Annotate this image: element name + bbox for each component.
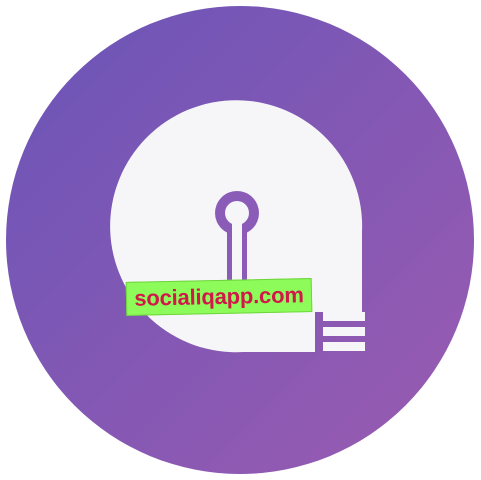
key-tooth-1: [323, 312, 365, 321]
screenshot-canvas: socialiqapp.com: [0, 0, 481, 480]
watermark-text: socialiqapp.com: [134, 282, 304, 311]
key-tooth-3: [323, 342, 365, 351]
key-tooth-2: [323, 327, 365, 336]
lock-app-icon: [6, 6, 474, 474]
watermark-badge: socialiqapp.com: [125, 278, 313, 316]
